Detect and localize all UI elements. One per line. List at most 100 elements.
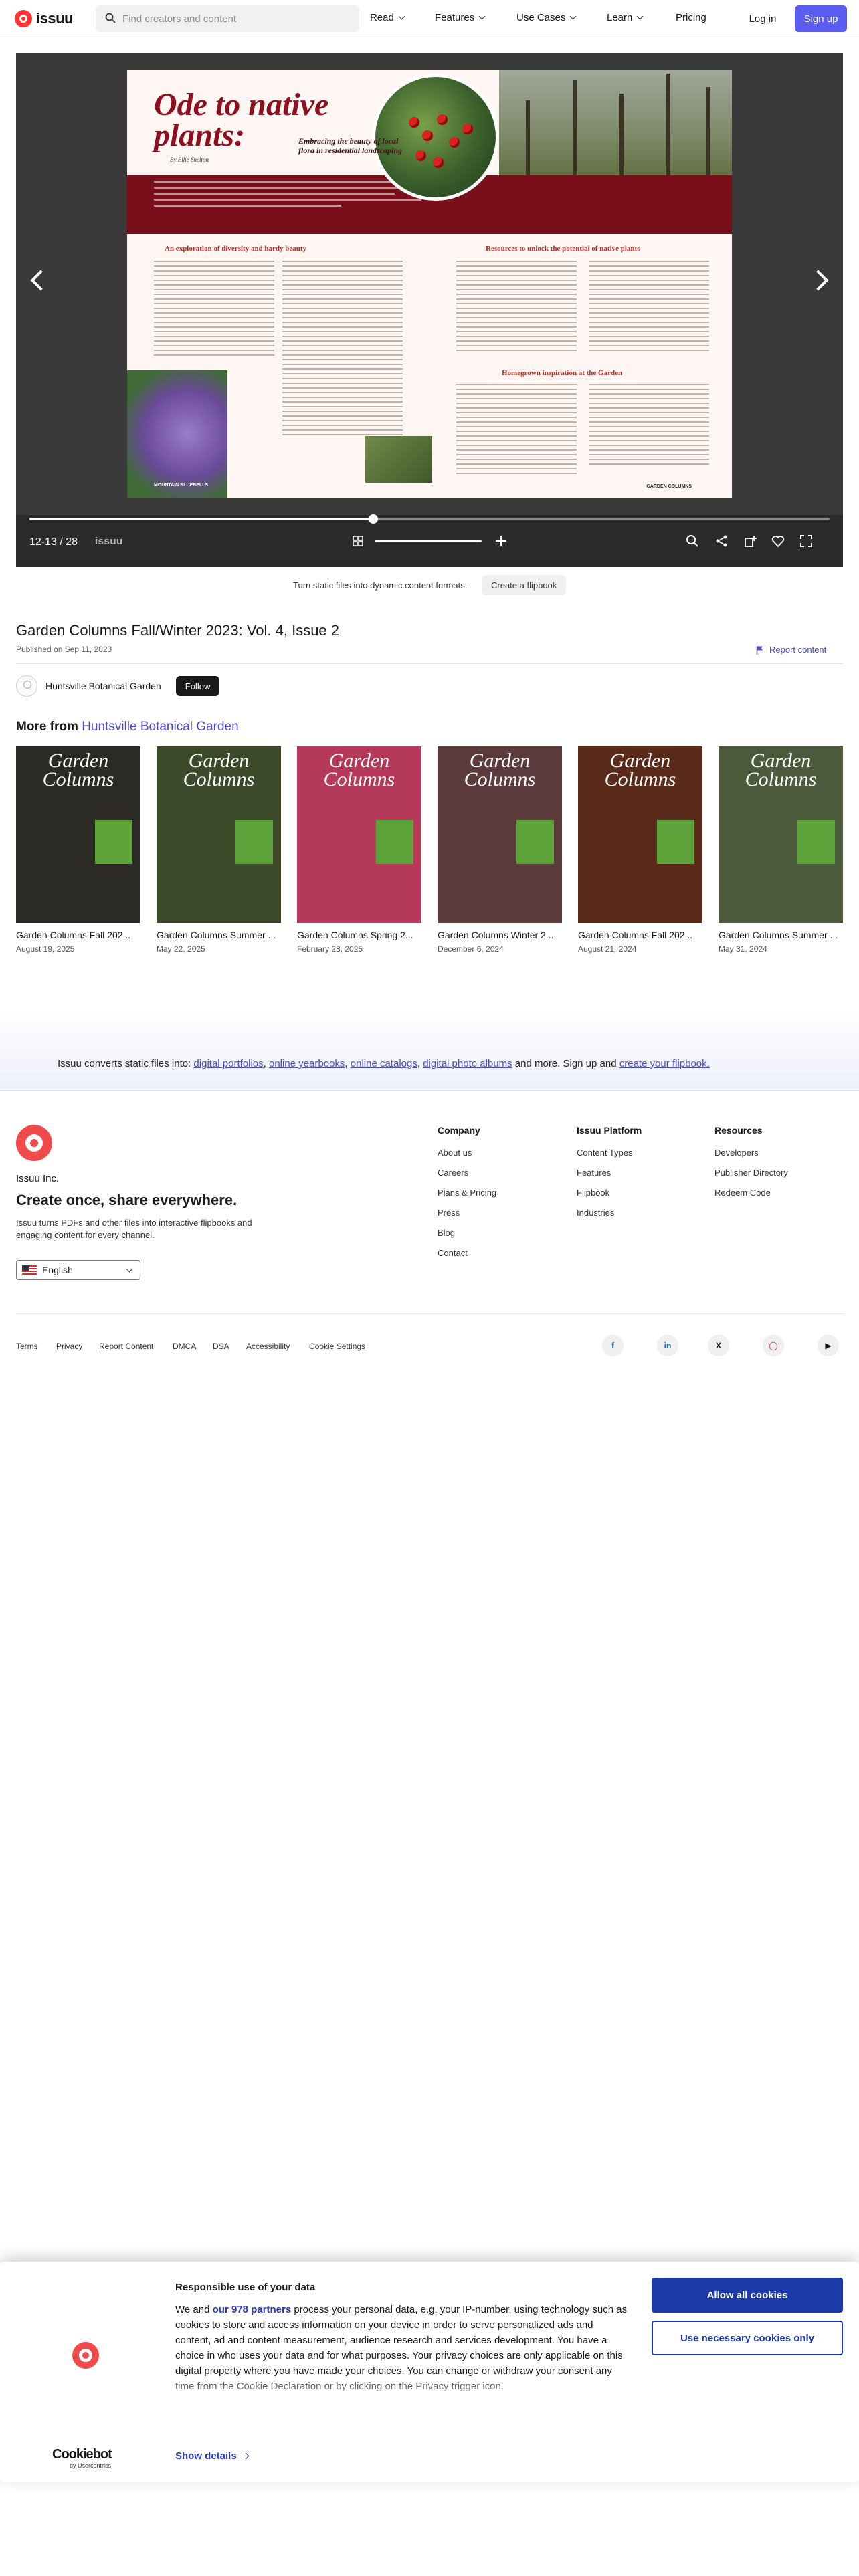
publication-card[interactable]: Garden Columns Garden Columns Fall 202...… [16, 746, 140, 954]
dsa-link[interactable]: DSA [213, 1341, 229, 1351]
search-icon[interactable] [685, 534, 700, 548]
publication-title[interactable]: Garden Columns Fall 202... [578, 930, 702, 940]
create-flipbook-button[interactable]: Create a flipbook [482, 575, 567, 595]
publication-date: February 28, 2025 [297, 944, 363, 954]
publication-cover[interactable]: Garden Columns [719, 746, 843, 923]
terms-link[interactable]: Terms [16, 1341, 38, 1351]
necessary-cookies-button[interactable]: Use necessary cookies only [652, 2321, 843, 2355]
section-heading: An exploration of diversity and hardy be… [165, 245, 307, 253]
promo-text: Turn static files into dynamic content f… [293, 580, 468, 591]
cover-title: Garden Columns [183, 750, 255, 790]
publication-title[interactable]: Garden Columns Summer ... [719, 930, 843, 940]
publication-title[interactable]: Garden Columns Summer ... [157, 930, 281, 940]
nav-label: Use Cases [516, 12, 566, 23]
previous-page-icon[interactable] [30, 270, 52, 291]
more-from-heading: More from Huntsville Botanical Garden [16, 720, 239, 734]
publication-card[interactable]: Garden Columns Garden Columns Fall 202...… [578, 746, 702, 954]
issuu-logo[interactable]: issuu [15, 10, 73, 27]
nav-label: Pricing [676, 12, 706, 23]
footer-link[interactable]: Contact [438, 1248, 496, 1258]
cookie-settings-link[interactable]: Cookie Settings [309, 1341, 365, 1351]
cover-panel [95, 820, 132, 864]
footer-link[interactable]: Flipbook [577, 1188, 642, 1198]
publication-title[interactable]: Garden Columns Winter 2... [438, 930, 562, 940]
publication-card[interactable]: Garden Columns Garden Columns Spring 2...… [297, 746, 421, 954]
dmca-link[interactable]: DMCA [173, 1341, 196, 1351]
footer-link[interactable]: About us [438, 1148, 496, 1158]
allow-all-cookies-button[interactable]: Allow all cookies [652, 2278, 843, 2313]
publication-cover[interactable]: Garden Columns [157, 746, 281, 923]
footer-link[interactable]: Press [438, 1208, 496, 1218]
footer-link[interactable]: Features [577, 1168, 642, 1178]
online-catalogs-link[interactable]: online catalogs [351, 1058, 417, 1069]
privacy-link[interactable]: Privacy [56, 1341, 82, 1351]
publication-card[interactable]: Garden Columns Garden Columns Winter 2...… [438, 746, 562, 954]
footer-link[interactable]: Publisher Directory [714, 1168, 788, 1178]
publication-cover[interactable]: Garden Columns [297, 746, 421, 923]
cover-title: Garden Columns [323, 750, 395, 790]
footer-link[interactable]: Redeem Code [714, 1188, 788, 1198]
youtube-icon[interactable]: ▶ [818, 1335, 839, 1356]
body-column [589, 261, 709, 354]
publication-cover[interactable]: Garden Columns [578, 746, 702, 923]
x-icon[interactable]: X [708, 1335, 729, 1356]
progress-fill [29, 518, 374, 520]
facebook-icon[interactable]: f [602, 1335, 624, 1356]
more-prefix: More from [16, 720, 78, 734]
partners-link[interactable]: our 978 partners [213, 2304, 292, 2315]
show-details-link[interactable]: Show details [175, 2450, 250, 2462]
nav-label: Features [435, 12, 475, 23]
publication-card[interactable]: Garden Columns Garden Columns Summer ... M… [157, 746, 281, 954]
publication-cover[interactable]: Garden Columns [16, 746, 140, 923]
create-flipbook-link[interactable]: create your flipbook. [619, 1058, 710, 1069]
instagram-icon[interactable]: ◯ [763, 1335, 784, 1356]
next-page-icon[interactable] [807, 270, 829, 291]
publication-title[interactable]: Garden Columns Fall 202... [16, 930, 140, 940]
add-to-stack-icon[interactable] [743, 534, 757, 548]
publication-title[interactable]: Garden Columns Spring 2... [297, 930, 421, 940]
signup-button[interactable]: Sign up [795, 5, 847, 32]
publication-cover[interactable]: Garden Columns [438, 746, 562, 923]
converts-tail: and more. Sign up and [514, 1058, 617, 1069]
avatar[interactable] [16, 675, 37, 697]
footer-link[interactable]: Careers [438, 1168, 496, 1178]
author-name[interactable]: Huntsville Botanical Garden [45, 681, 161, 691]
footer-link[interactable]: Blog [438, 1228, 496, 1238]
progress-knob[interactable] [369, 514, 379, 524]
zoom-slider[interactable] [375, 540, 482, 542]
cover-panel [376, 820, 413, 864]
issuu-logo-icon[interactable] [16, 1125, 52, 1161]
nav-features[interactable]: Features [435, 12, 486, 23]
language-select[interactable]: English [16, 1260, 140, 1280]
nav-use-cases[interactable]: Use Cases [516, 12, 577, 23]
report-content-footer-link[interactable]: Report Content [99, 1341, 153, 1351]
search-input[interactable]: Find creators and content [96, 5, 359, 32]
page-progress-slider[interactable] [29, 514, 830, 524]
fullscreen-icon[interactable] [799, 534, 814, 548]
more-from-author-link[interactable]: Huntsville Botanical Garden [82, 720, 238, 734]
online-yearbooks-link[interactable]: online yearbooks [269, 1058, 345, 1069]
footer-tagline: Create once, share everywhere. [16, 1192, 237, 1208]
cookie-consent-banner: Responsible use of your data We and our … [0, 2262, 859, 2482]
publication-card[interactable]: Garden Columns Garden Columns Summer ... M… [719, 746, 843, 954]
digital-photo-albums-link[interactable]: digital photo albums [423, 1058, 512, 1069]
login-button[interactable]: Log in [740, 5, 785, 32]
zoom-in-icon[interactable] [494, 534, 508, 548]
follow-button[interactable]: Follow [175, 676, 220, 696]
share-icon[interactable] [714, 534, 729, 548]
digital-portfolios-link[interactable]: digital portfolios [193, 1058, 263, 1069]
flipbook-reader[interactable]: Ode to native plants: Embracing the beau… [16, 53, 843, 567]
grid-view-icon[interactable] [351, 534, 365, 548]
linkedin-icon[interactable]: in [657, 1335, 678, 1356]
footer-link[interactable]: Industries [577, 1208, 642, 1218]
nav-learn[interactable]: Learn [607, 12, 644, 23]
accessibility-link[interactable]: Accessibility [246, 1341, 290, 1351]
nav-pricing[interactable]: Pricing [676, 12, 706, 23]
nav-read[interactable]: Read [370, 12, 405, 23]
footer-link[interactable]: Plans & Pricing [438, 1188, 496, 1198]
footer-link[interactable]: Content Types [577, 1148, 642, 1158]
report-content-link[interactable]: Report content [756, 645, 826, 655]
spread-byline: By Ellie Shelton [170, 156, 209, 163]
heart-icon[interactable] [771, 534, 785, 548]
footer-link[interactable]: Developers [714, 1148, 788, 1158]
